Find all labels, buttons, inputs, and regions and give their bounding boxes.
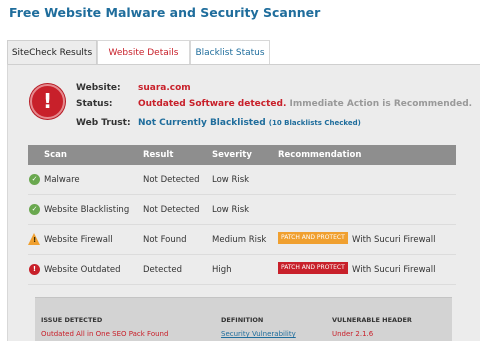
alert-icon: ! [30,84,65,119]
header-definition: DEFINITION [221,316,264,324]
header-scan: Scan [44,150,67,160]
scan-recommendation: With Sucuri Firewall [352,265,436,275]
scan-name: Website Blacklisting [44,205,130,215]
tab-blacklist-status[interactable]: Blacklist Status [190,40,270,65]
issue-name: Outdated All in One SEO Pack Found [41,330,169,338]
table-row: ! Website Firewall Not Found Medium Risk… [28,225,456,255]
scan-name: Website Firewall [44,235,113,245]
scan-severity: Medium Risk [212,235,267,245]
page-title: Free Website Malware and Security Scanne… [9,5,321,20]
scan-result: Detected [143,265,182,275]
header-recommendation: Recommendation [278,150,362,160]
patch-and-protect-button[interactable]: PATCH AND PROTECT [278,232,348,244]
web-trust-note: (10 Blacklists Checked) [268,119,361,127]
header-vulnerable-header: VULNERABLE HEADER [332,316,412,324]
scan-table-header: Scan Result Severity Recommendation [28,145,456,165]
web-trust-value[interactable]: Not Currently Blacklisted [138,118,266,128]
scan-result: Not Detected [143,205,200,215]
table-row: ✓ Malware Not Detected Low Risk [28,165,456,195]
tab-sitecheck-results[interactable]: SiteCheck Results [7,40,97,65]
website-value[interactable]: suara.com [138,83,191,93]
scan-result: Not Found [143,235,187,245]
issue-vulnerable-header: Under 2.1.6 [332,330,374,338]
check-icon: ✓ [29,204,40,215]
table-row: ✓ Website Blacklisting Not Detected Low … [28,195,456,225]
header-result: Result [143,150,174,160]
scan-severity: High [212,265,232,275]
web-trust-label: Web Trust: [76,118,131,128]
table-row: ! Website Outdated Detected High PATCH A… [28,255,456,285]
status-note: Immediate Action is Recommended. [289,99,473,109]
alert-glyph: ! [42,89,53,113]
issues-table: ISSUE DETECTED DEFINITION VULNERABLE HEA… [35,297,452,341]
scan-name: Malware [44,175,80,185]
status-value-group: Outdated Software detected. Immediate Ac… [138,99,472,109]
results-panel: ! Website: suara.com Status: Outdated So… [7,64,480,341]
scan-name: Website Outdated [44,265,121,275]
website-label: Website: [76,83,121,93]
status-label: Status: [76,99,113,109]
warning-glyph: ! [33,236,37,244]
tab-website-details[interactable]: Website Details [97,40,190,65]
scan-result: Not Detected [143,175,200,185]
scan-recommendation: With Sucuri Firewall [352,235,436,245]
scan-severity: Low Risk [212,205,250,215]
issue-definition-link[interactable]: Security Vulnerability [221,330,296,338]
header-severity: Severity [212,150,252,160]
alert-icon: ! [29,264,40,275]
scan-severity: Low Risk [212,175,250,185]
patch-and-protect-button[interactable]: PATCH AND PROTECT [278,262,348,274]
status-value: Outdated Software detected. [138,99,287,109]
web-trust-value-group: Not Currently Blacklisted (10 Blacklists… [138,118,361,128]
header-issue-detected: ISSUE DETECTED [41,316,103,324]
check-icon: ✓ [29,174,40,185]
